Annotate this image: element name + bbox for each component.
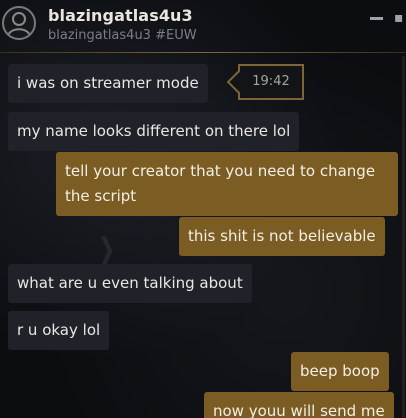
message-text: what are u even talking about	[17, 274, 243, 292]
message-text: this shit is not believable	[188, 227, 376, 245]
message-text: beep boop	[300, 362, 380, 380]
message-text: my name looks different on there lol	[17, 122, 291, 140]
friend-riot-id: blazingatlas4u3 #EUW	[48, 28, 197, 43]
message-text: i was on streamer mode	[17, 74, 199, 92]
message-incoming[interactable]: what are u even talking about	[8, 264, 252, 303]
message-incoming[interactable]: my name looks different on there lol	[8, 112, 300, 151]
more-icon[interactable]: ▪	[394, 10, 406, 26]
message-outgoing[interactable]: now youu will send me	[204, 392, 394, 418]
message-incoming[interactable]: r u okay lol	[8, 311, 110, 350]
header-divider	[0, 52, 406, 53]
message-timestamp-tooltip: 19:42	[238, 64, 304, 100]
message-text: r u okay lol	[17, 321, 101, 339]
friend-name: blazingatlas4u3	[48, 6, 193, 25]
chat-window: ❯ blazingatlas4u3 blazingatlas4u3 #EUW ▪…	[0, 0, 406, 418]
user-avatar-icon	[7, 12, 31, 37]
message-text: now youu will send me	[213, 402, 385, 418]
background-chevron-decoration: ❯	[97, 232, 116, 267]
message-incoming[interactable]: i was on streamer mode	[8, 64, 208, 103]
message-outgoing[interactable]: tell your creator that you need to chang…	[56, 152, 398, 216]
timestamp-text: 19:42	[252, 74, 290, 89]
minimize-icon[interactable]	[370, 17, 383, 20]
chat-header: blazingatlas4u3 blazingatlas4u3 #EUW ▪	[0, 0, 406, 53]
message-text: tell your creator that you need to chang…	[65, 162, 376, 205]
avatar[interactable]	[2, 6, 36, 40]
message-outgoing[interactable]: this shit is not believable	[179, 217, 385, 256]
message-outgoing[interactable]: beep boop	[291, 352, 389, 391]
chat-scrollbar[interactable]	[402, 56, 405, 418]
